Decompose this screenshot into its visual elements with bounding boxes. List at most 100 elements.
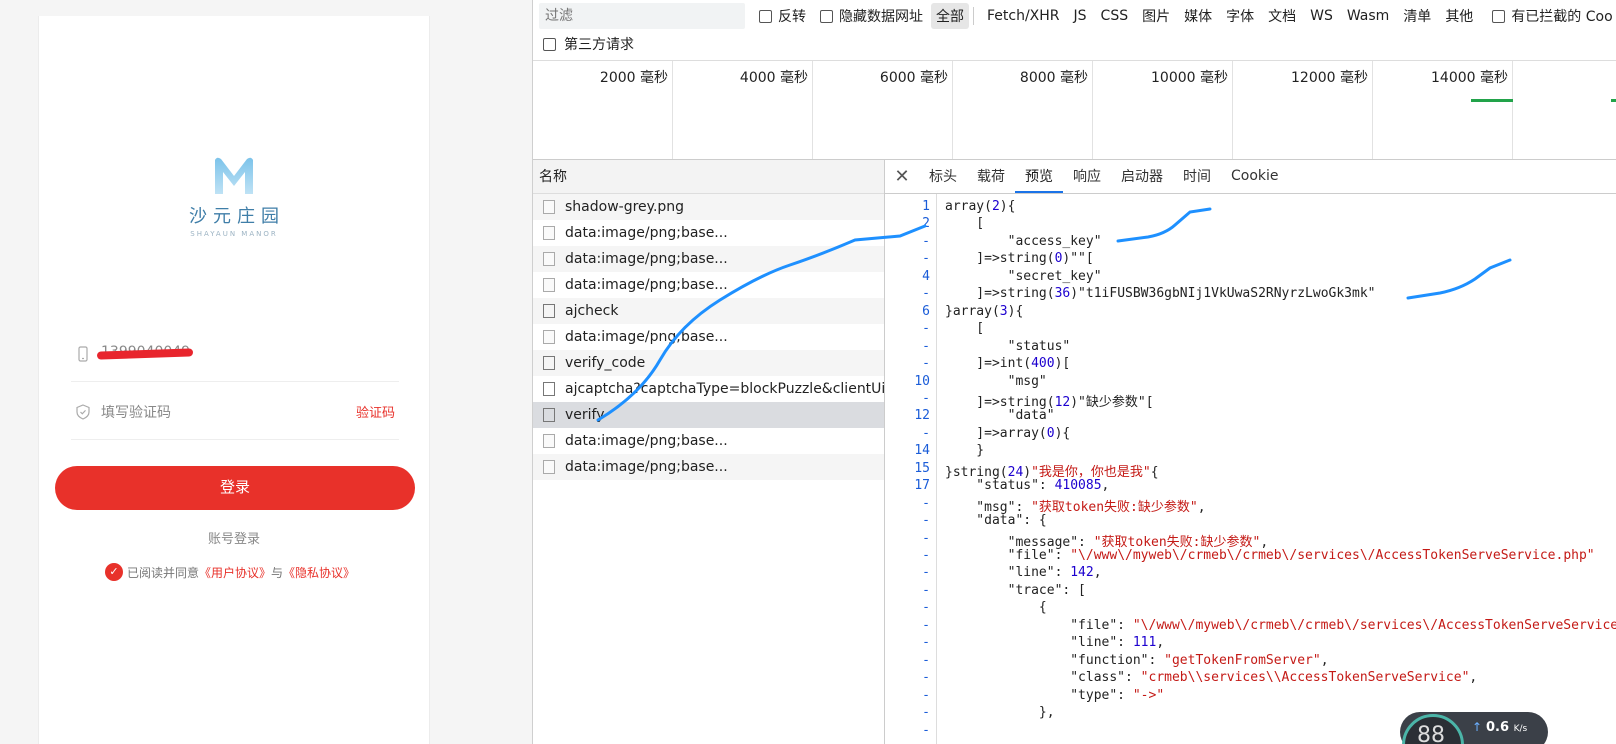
network-timeline[interactable]: 2000 毫秒 4000 毫秒 6000 毫秒 8000 毫秒 10000 毫秒 1200… [533, 60, 1616, 160]
agree-and: 与 [271, 565, 284, 580]
type-filter-9[interactable]: Wasm [1342, 5, 1394, 27]
request-name: data:image/png;base... [565, 277, 728, 293]
code-token: , [1469, 670, 1478, 686]
code-token: , [1093, 565, 1102, 581]
code-token: "secret_key" [945, 268, 1102, 284]
line-number: - [922, 635, 930, 651]
line-number: - [922, 652, 930, 668]
code-token: "\/www\/myweb\/crmeb\/crmeb\/services\/A… [1070, 548, 1595, 563]
name-column-header[interactable]: 名称 [533, 160, 884, 194]
tab-5[interactable]: 时间 [1173, 160, 1221, 193]
request-row[interactable]: data:image/png;base... [533, 272, 884, 298]
code-line: "type": "->" [945, 688, 1164, 703]
code-line: "trace": [ [945, 583, 1086, 598]
type-filter-3[interactable]: CSS [1096, 5, 1134, 27]
code-line: }, [945, 705, 1055, 720]
timeline-tick: 10000 毫秒 [1093, 61, 1233, 159]
type-filter-7[interactable]: 文档 [1263, 3, 1301, 29]
tab-6[interactable]: Cookie [1221, 160, 1289, 193]
document-icon [543, 408, 555, 422]
invert-checkbox[interactable]: 反转 [759, 6, 806, 26]
request-name: verify_code [565, 355, 646, 371]
request-row[interactable]: shadow-grey.png [533, 194, 884, 220]
code-token: 410085 [1054, 478, 1102, 494]
request-detail: ✕ 标头 载荷 预览 响应 启动器 时间 Cookie 1 2- -4-6- - -10-12-14… [885, 160, 1616, 744]
type-filter-11[interactable]: 其他 [1440, 3, 1478, 29]
code-token: "msg" [945, 373, 1047, 389]
hide-data-urls-checkbox[interactable]: 隐藏数据网址 [820, 6, 923, 26]
image-file-icon [543, 226, 555, 240]
phone-field[interactable]: 1399040049 [71, 326, 399, 382]
request-name: data:image/png;base... [565, 251, 728, 267]
code-line: "file": "\/www\/myweb\/crmeb\/crmeb\/ser… [945, 548, 1595, 563]
line-number: - [922, 425, 930, 441]
type-filter-8[interactable]: WS [1305, 5, 1338, 27]
line-gutter: 1 2- -4-6- - -10-12-14 15 17- - - - - - - - - - - - - - [885, 194, 937, 744]
code-line: "data" [945, 408, 1055, 423]
type-filter-2[interactable]: JS [1069, 5, 1092, 27]
code-input[interactable]: 填写验证码 [101, 402, 171, 422]
code-token: )""[ [1062, 251, 1094, 267]
code-field[interactable]: 填写验证码 验证码 [71, 384, 399, 440]
timeline-request-bar [1471, 99, 1513, 102]
code-token: "data": { [945, 513, 1047, 529]
code-token: [ [945, 216, 985, 232]
code-line: [ [945, 216, 984, 231]
login-button[interactable]: 登录 [55, 466, 415, 510]
code-token: 0 [1046, 425, 1055, 441]
request-row[interactable]: verify_code [533, 350, 884, 376]
line-number: - [922, 251, 930, 267]
tab-1[interactable]: 载荷 [967, 160, 1015, 193]
request-row[interactable]: ajcaptcha?captchaType=blockPuzzle&client… [533, 376, 884, 402]
get-code-button[interactable]: 验证码 [356, 402, 395, 421]
code-token: ){ [1054, 425, 1071, 441]
type-filter-6[interactable]: 字体 [1221, 3, 1259, 29]
code-token: }array( [945, 303, 1000, 319]
tab-0[interactable]: 标头 [919, 160, 967, 193]
line-number: - [922, 495, 930, 511]
agree-checkbox[interactable]: ✓ [105, 563, 123, 581]
filter-input[interactable] [539, 3, 745, 29]
code-token: "status" [945, 338, 1071, 354]
close-icon[interactable]: ✕ [885, 160, 919, 193]
blocked-cookies-checkbox[interactable]: 有已拦截的 Coo [1492, 6, 1613, 26]
type-filter-10[interactable]: 清单 [1398, 3, 1436, 29]
request-row[interactable]: data:image/png;base... [533, 220, 884, 246]
code-token: 142 [1070, 565, 1094, 581]
tab-4[interactable]: 启动器 [1111, 160, 1173, 193]
type-filter-5[interactable]: 媒体 [1179, 3, 1217, 29]
privacy-agreement-link[interactable]: 《隐私协议》 [283, 564, 355, 581]
line-number: - [922, 617, 930, 633]
request-name: data:image/png;base... [565, 433, 728, 449]
agree-prefix: 已阅读并同意 [127, 565, 200, 580]
request-row[interactable]: data:image/png;base... [533, 324, 884, 350]
type-separator [973, 7, 974, 25]
request-row[interactable]: verify [533, 402, 884, 428]
tab-3[interactable]: 响应 [1063, 160, 1111, 193]
type-filter-4[interactable]: 图片 [1137, 3, 1175, 29]
code-token: 3 [999, 303, 1008, 319]
code-token: ){ [1007, 303, 1024, 319]
request-row[interactable]: ajcheck [533, 298, 884, 324]
code-token: , [1156, 635, 1165, 651]
filter-bar: 反转 隐藏数据网址 全部 Fetch/XHRJSCSS图片媒体字体文档WSWasm… [533, 0, 1616, 32]
tab-2[interactable]: 预览 [1015, 160, 1063, 193]
user-agreement-link[interactable]: 《用户协议》 [199, 564, 271, 581]
line-number: - [922, 356, 930, 372]
network-speed-widget[interactable]: 88 ↑ 0.6 K/s [1400, 712, 1548, 744]
line-number: 6 [922, 303, 930, 319]
request-row[interactable]: data:image/png;base... [533, 454, 884, 480]
brand-logo: 沙元庄园 SHAYAUN MANOR [39, 156, 429, 238]
account-login-link[interactable]: 账号登录 [39, 528, 429, 547]
timeline-tick: 1 [1513, 61, 1616, 159]
code-token: "line": [945, 635, 1133, 651]
request-row[interactable]: data:image/png;base... [533, 428, 884, 454]
line-number: - [922, 338, 930, 354]
third-party-checkbox[interactable]: 第三方请求 [543, 34, 634, 54]
type-filter-0[interactable]: 全部 [931, 3, 969, 29]
request-row[interactable]: data:image/png;base... [533, 246, 884, 272]
request-name: data:image/png;base... [565, 459, 728, 475]
speed-unit: K/s [1513, 724, 1528, 734]
upload-arrow-icon: ↑ [1472, 720, 1483, 734]
type-filter-1[interactable]: Fetch/XHR [982, 5, 1065, 27]
